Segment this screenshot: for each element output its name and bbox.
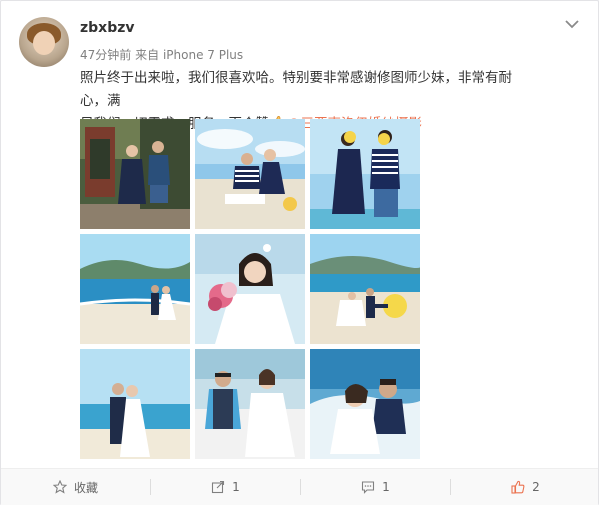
source-prefix: 来自 bbox=[135, 48, 160, 62]
comment-icon bbox=[362, 481, 375, 494]
username[interactable]: zbxbzv bbox=[80, 20, 135, 36]
star-icon bbox=[52, 480, 67, 494]
like-count: 2 bbox=[532, 480, 540, 494]
post-time[interactable]: 47分钟前 bbox=[80, 48, 131, 62]
photo-5[interactable] bbox=[195, 234, 305, 344]
chevron-down-icon[interactable] bbox=[564, 17, 580, 31]
like-button[interactable]: 2 bbox=[451, 469, 599, 505]
comment-button[interactable]: 1 bbox=[301, 469, 450, 505]
avatar-face bbox=[33, 31, 55, 55]
photo-9[interactable] bbox=[310, 349, 420, 459]
photo-4[interactable] bbox=[80, 234, 190, 344]
post-source: iPhone 7 Plus bbox=[162, 48, 244, 62]
photo-3[interactable] bbox=[310, 119, 420, 229]
post-text-line1: 照片终于出来啦，我们很喜欢哈。特别要非常感谢修图师少妹，非常有耐心，满 bbox=[80, 70, 512, 109]
avatar[interactable] bbox=[19, 17, 69, 67]
thumbs-up-icon bbox=[511, 480, 525, 494]
photo-1[interactable] bbox=[80, 119, 190, 229]
comment-count: 1 bbox=[382, 480, 390, 494]
share-icon bbox=[212, 480, 225, 494]
weibo-post-card: zbxbzv 47分钟前 来自 iPhone 7 Plus 照片终于出来啦，我们… bbox=[0, 0, 599, 505]
photo-8[interactable] bbox=[195, 349, 305, 459]
photo-2[interactable] bbox=[195, 119, 305, 229]
share-count: 1 bbox=[232, 480, 240, 494]
favorite-button[interactable]: 收藏 bbox=[1, 469, 150, 505]
photo-6[interactable] bbox=[310, 234, 420, 344]
post-meta: 47分钟前 来自 iPhone 7 Plus bbox=[80, 46, 243, 63]
photo-7[interactable] bbox=[80, 349, 190, 459]
share-button[interactable]: 1 bbox=[151, 469, 300, 505]
photo-grid bbox=[80, 119, 420, 459]
favorite-label: 收藏 bbox=[73, 480, 98, 495]
action-bar: 收藏 1 1 2 bbox=[1, 468, 598, 505]
